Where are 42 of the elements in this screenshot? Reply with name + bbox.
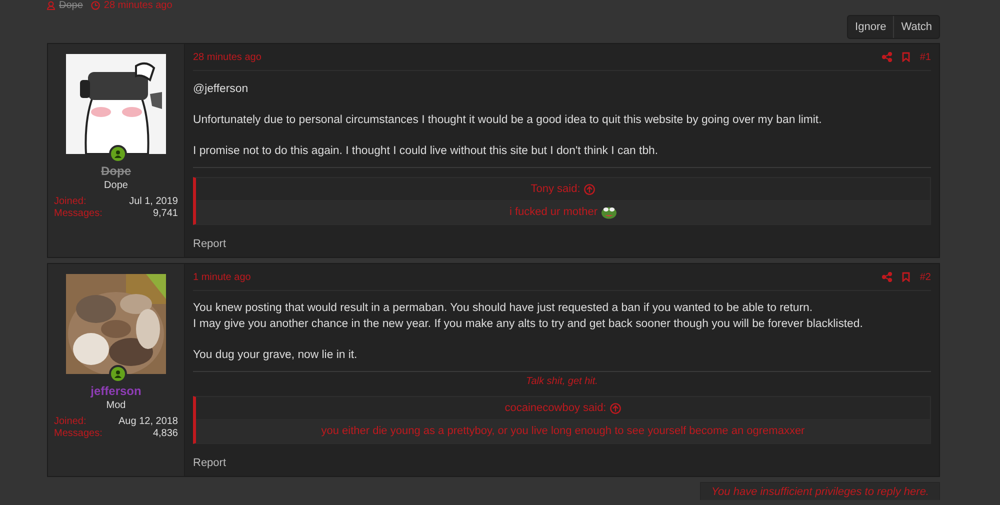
user-title: Mod: [106, 400, 126, 411]
stat-label: Joined:: [54, 196, 88, 207]
post-text: You dug your grave, now lie in it.: [193, 348, 358, 363]
bookmark-icon[interactable]: [902, 52, 910, 62]
post-number-link[interactable]: #1: [920, 52, 931, 62]
post-time[interactable]: 1 minute ago: [193, 272, 251, 282]
quote-author[interactable]: cocainecowboy said:: [504, 402, 606, 414]
stat-value: 9,741: [152, 208, 178, 219]
stat-label: Messages:: [54, 428, 104, 439]
quote-author[interactable]: Tony said:: [530, 183, 580, 195]
thread-action-button[interactable]: Ignore: [848, 16, 894, 38]
author-link[interactable]: Dope: [59, 0, 83, 11]
stat-label: Joined:: [54, 416, 88, 427]
jump-to-quote-icon[interactable]: [584, 184, 596, 194]
share-icon[interactable]: [882, 272, 892, 282]
quote-text: i fucked ur mother: [509, 206, 598, 218]
jump-to-quote-icon[interactable]: [610, 402, 622, 414]
reply-notice: You have insufficient privileges to reply here.: [700, 482, 940, 500]
stat-value: Aug 12, 2018: [118, 416, 178, 427]
post-text: Unfortunately due to personal circumstances I thought it would be a good idea to quit this website by going over my ban limit.: [193, 113, 823, 128]
user-icon: [47, 1, 55, 10]
username-link[interactable]: Dope: [101, 164, 131, 178]
report-link[interactable]: Report: [193, 238, 226, 250]
report-link[interactable]: Report: [193, 457, 226, 469]
stat-value: Jul 1, 2019: [129, 196, 178, 207]
clock-icon: [90, 1, 100, 10]
share-icon[interactable]: [882, 52, 892, 62]
quote-text: you either die young as a prettyboy, or you live long enough to see yourself become an ogremaxxer: [321, 425, 805, 437]
thread-time-link[interactable]: 28 minutes ago: [104, 0, 172, 11]
post-text: You knew posting that would result in a permaban. You should have just requested a ban if you wanted to be able to return.: [193, 301, 814, 316]
stat-value: 4,836: [152, 428, 178, 439]
signature-text: Talk shit, get hit.: [526, 376, 598, 387]
user-title: Dope: [104, 180, 128, 191]
thread-action-button[interactable]: Watch: [893, 16, 939, 38]
post-text: @jefferson: [193, 82, 250, 97]
post-text: I may give you another chance in the new year. If you make any alts to try and get back sooner though you will be forever blacklisted.: [193, 317, 864, 332]
username-link[interactable]: jefferson: [90, 384, 142, 398]
post-time[interactable]: 28 minutes ago: [193, 52, 262, 62]
bookmark-icon[interactable]: [902, 272, 910, 282]
post-number-link[interactable]: #2: [920, 272, 931, 282]
post-text: I promise not to do this again. I thought I could live without this site but I don't think I can tbh.: [193, 144, 660, 159]
stat-label: Messages:: [54, 208, 104, 219]
